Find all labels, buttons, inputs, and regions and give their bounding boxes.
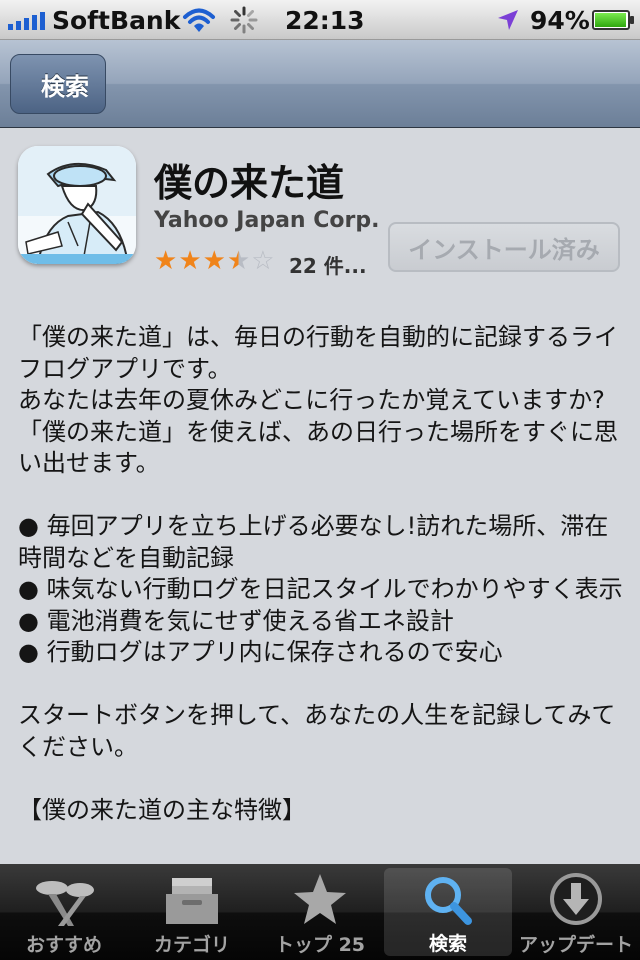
description-bullet: ● 毎回アプリを立ち上げる必要なし!訪れた場所、滞在時間などを自動記録 bbox=[18, 512, 609, 572]
tab-label: トップ 25 bbox=[274, 934, 366, 956]
tab-label: 検索 bbox=[428, 933, 467, 955]
description-bullet: ● 電池消費を気にせず使える省エネ設計 bbox=[18, 606, 454, 635]
activity-spinner-icon bbox=[230, 6, 258, 34]
back-button[interactable]: 検索 bbox=[10, 54, 106, 114]
tab-featured[interactable]: おすすめ bbox=[0, 864, 128, 960]
star-full-icon: ★ bbox=[154, 246, 178, 276]
categories-icon bbox=[166, 878, 218, 924]
status-time: 22:13 bbox=[285, 6, 365, 35]
tab-bar: おすすめ カテゴリ トップ 25 検索 アップデート bbox=[0, 864, 640, 960]
description-question: あなたは去年の夏休みどこに行ったか覚えていますか?「僕の来た道」を使えば、あの日… bbox=[18, 386, 618, 477]
tab-categories[interactable]: カテゴリ bbox=[128, 864, 256, 960]
developer-link[interactable]: Yahoo Japan Corp. bbox=[154, 208, 379, 233]
app-icon bbox=[18, 146, 136, 264]
star-empty-icon: ☆ bbox=[251, 246, 275, 276]
tab-search[interactable]: 検索 bbox=[384, 868, 512, 956]
back-button-label: 検索 bbox=[41, 72, 89, 101]
description-bullet: ● 行動ログはアプリ内に保存されるので安心 bbox=[18, 638, 503, 666]
battery-level-fill bbox=[595, 13, 626, 27]
updates-icon bbox=[550, 873, 602, 925]
description-intro: 「僕の来た道」は、毎日の行動を自動的に記録するライフログアプリです。 bbox=[18, 323, 618, 383]
features-heading: 【僕の来た道の主な特徴】 bbox=[18, 795, 306, 824]
top25-star-icon bbox=[294, 874, 346, 924]
rating-count[interactable]: 22 件... bbox=[289, 250, 367, 279]
star-full-icon: ★ bbox=[202, 246, 226, 276]
star-rating[interactable]: ★ ★ ★ ★ ☆ bbox=[154, 248, 275, 274]
tab-updates[interactable]: アップデート bbox=[512, 864, 640, 960]
app-description: 「僕の来た道」は、毎日の行動を自動的に記録するライフログアプリです。 あなたは去… bbox=[18, 322, 626, 826]
star-full-icon: ★ bbox=[178, 246, 202, 276]
installed-button[interactable]: インストール済み bbox=[388, 222, 620, 272]
navigation-bar: 検索 bbox=[0, 40, 640, 128]
signal-bars-icon bbox=[8, 10, 45, 30]
tab-label: おすすめ bbox=[25, 934, 102, 956]
featured-icon bbox=[36, 881, 94, 926]
wifi-icon bbox=[183, 8, 215, 32]
battery-icon bbox=[592, 10, 634, 30]
search-icon bbox=[425, 876, 472, 925]
description-bullet: ● 味気ない行動ログを日記スタイルでわかりやすく表示 bbox=[18, 575, 623, 603]
battery-percent: 94% bbox=[530, 6, 590, 35]
tab-top25[interactable]: トップ 25 bbox=[256, 864, 384, 960]
tab-label: カテゴリ bbox=[153, 934, 230, 956]
carrier-name: SoftBank bbox=[52, 6, 181, 35]
status-bar: SoftBank 22:13 94% bbox=[0, 0, 640, 40]
app-title: 僕の来た道 bbox=[154, 161, 345, 205]
star-half-icon: ★ bbox=[226, 246, 251, 276]
location-arrow-icon bbox=[498, 10, 518, 30]
description-cta: スタートボタンを押して、あなたの人生を記録してみてください。 bbox=[18, 701, 616, 761]
tab-label: アップデート bbox=[518, 934, 633, 956]
app-icon-illustration bbox=[18, 146, 136, 264]
